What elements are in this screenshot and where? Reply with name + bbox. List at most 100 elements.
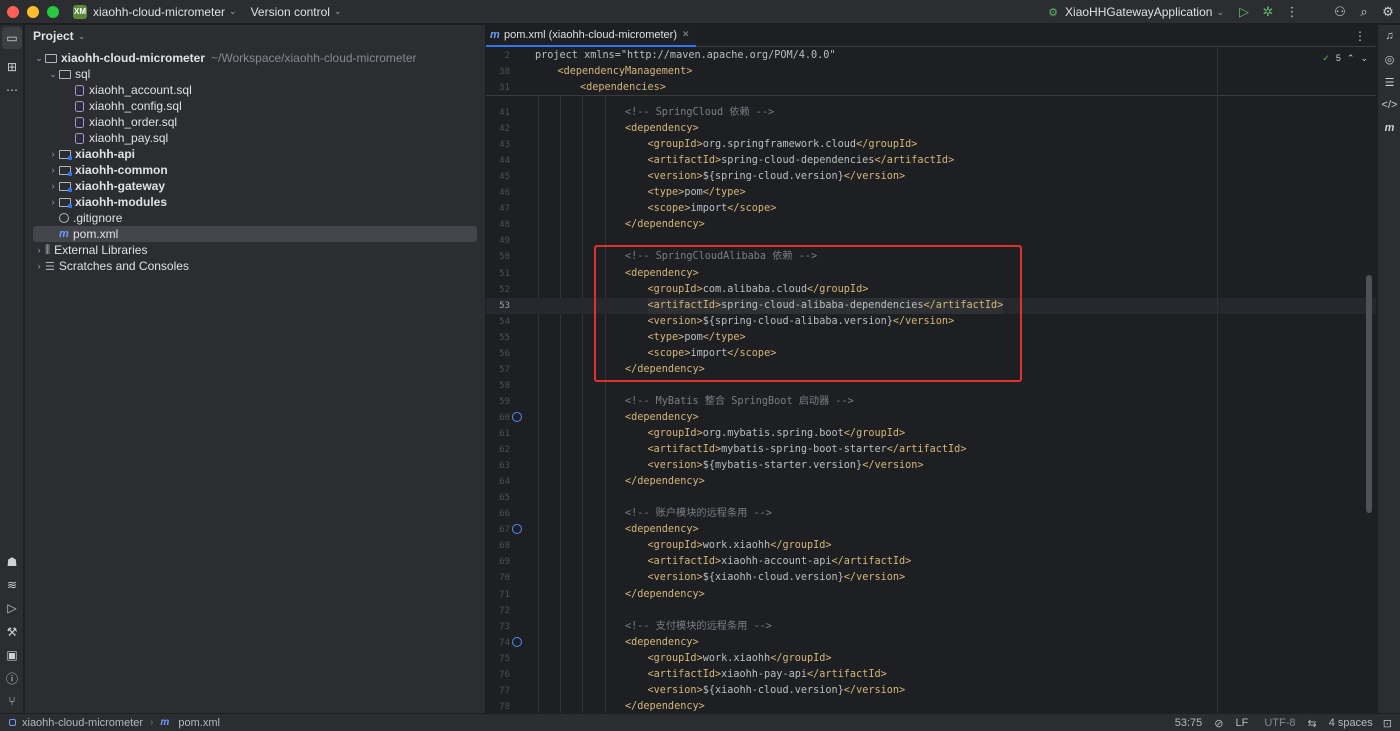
code-line[interactable]: 60 <dependency>	[486, 410, 1376, 426]
tree-item-sql-file[interactable]: xiaohh_config.sql	[33, 98, 477, 114]
tab-pom-xml[interactable]: m pom.xml (xiaohh-cloud-micrometer) ✕	[486, 25, 696, 47]
chevron-down-icon[interactable]: ⌄	[33, 53, 45, 64]
sticky-line[interactable]: 2 project xmlns="http://maven.apache.org/…	[486, 48, 1376, 64]
tree-item-root[interactable]: ⌄ xiaohh-cloud-micrometer ~/Workspace/xi…	[33, 50, 477, 66]
more-tools-icon[interactable]: ⋯	[0, 79, 24, 101]
vcs-menu[interactable]: Version control	[251, 5, 330, 19]
notifications-icon[interactable]: ♫	[1378, 25, 1400, 47]
code-line[interactable]: 62 <artifactId>mybatis-spring-boot-starte…	[486, 442, 1376, 458]
git-icon[interactable]: ⑂	[0, 690, 24, 712]
code-line[interactable]: 68 <groupId>work.xiaohh</groupId>	[486, 538, 1376, 554]
line-ending[interactable]: LF	[1236, 717, 1249, 729]
code-line[interactable]: 61 <groupId>org.mybatis.spring.boot</grou…	[486, 426, 1376, 442]
tree-item-sql-file[interactable]: xiaohh_order.sql	[33, 114, 477, 130]
project-switcher[interactable]: xiaohh-cloud-micrometer	[93, 5, 225, 19]
debug-icon[interactable]: ✲	[1256, 0, 1280, 24]
code-line[interactable]: 43 <groupId>org.springframework.cloud</gr…	[486, 137, 1376, 153]
code-line[interactable]: 70 <version>${xiaohh-cloud.version}</vers…	[486, 570, 1376, 586]
code-line[interactable]: 47 <scope>import</scope>	[486, 201, 1376, 217]
sticky-line[interactable]: 31 <dependencies>	[486, 80, 1376, 96]
run-tool-icon[interactable]: ▷	[0, 597, 24, 619]
breadcrumb-project[interactable]: xiaohh-cloud-micrometer	[22, 717, 143, 729]
tree-item-pom[interactable]: m pom.xml	[33, 226, 477, 242]
chevron-right-icon[interactable]: ›	[33, 245, 45, 255]
search-icon[interactable]: ⌕	[1352, 0, 1376, 24]
code-line[interactable]: 66 <!-- 账户模块的远程条用 -->	[486, 506, 1376, 522]
caret-position[interactable]: 53:75	[1175, 717, 1203, 729]
terminal-icon[interactable]: ▣	[0, 644, 24, 666]
user-icon[interactable]: ⚇	[1328, 0, 1352, 24]
close-icon[interactable]: ✕	[682, 29, 690, 40]
chevron-right-icon[interactable]: ›	[47, 197, 59, 207]
settings-gear-icon[interactable]: ⚙	[1376, 0, 1400, 24]
code-line[interactable]: 73 <!-- 支付模块的远程条用 -->	[486, 619, 1376, 635]
close-window-button[interactable]	[7, 5, 19, 18]
file-encoding[interactable]: UTF-8	[1264, 717, 1295, 729]
more-actions-icon[interactable]: ⋮	[1280, 0, 1304, 24]
code-line[interactable]: 64 </dependency>	[486, 474, 1376, 490]
inspection-widget[interactable]: ✓ 5 ⌃ ⌄	[1322, 53, 1368, 64]
ai-assistant-icon[interactable]: ◎	[1378, 48, 1400, 70]
code-line[interactable]: 45 <version>${spring-cloud.version}</vers…	[486, 169, 1376, 185]
code-line[interactable]: 59 <!-- MyBatis 整合 SpringBoot 启动器 -->	[486, 394, 1376, 410]
code-icon[interactable]: </>	[1378, 94, 1400, 116]
tree-item-module[interactable]: › xiaohh-common	[33, 162, 477, 178]
code-line[interactable]: 44 <artifactId>spring-cloud-dependencies<…	[486, 153, 1376, 169]
code-line[interactable]: 41 <!-- SpringCloud 依赖 -->	[486, 105, 1376, 121]
run-icon[interactable]: ▷	[1232, 0, 1256, 24]
zoom-window-button[interactable]	[47, 5, 59, 18]
code-line[interactable]: 69 <artifactId>xiaohh-account-api</artifa…	[486, 554, 1376, 570]
editor-scrollbar[interactable]	[1366, 275, 1372, 513]
code-line[interactable]: 46 <type>pom</type>	[486, 185, 1376, 201]
breadcrumb-file[interactable]: pom.xml	[178, 717, 220, 729]
chevron-down-icon[interactable]: ⌄	[1360, 53, 1368, 64]
navigate-to-module-icon[interactable]	[512, 636, 522, 647]
minimize-window-button[interactable]	[27, 5, 39, 18]
tree-item-sql-file[interactable]: xiaohh_pay.sql	[33, 130, 477, 146]
project-panel-header[interactable]: Project ⌄	[25, 25, 485, 47]
tree-item-external-libraries[interactable]: › ⫼ External Libraries	[33, 242, 477, 258]
tree-item-module[interactable]: › xiaohh-gateway	[33, 178, 477, 194]
lock-icon[interactable]: ⊡	[1383, 717, 1392, 730]
code-line[interactable]: 72	[486, 603, 1376, 619]
indent-setting[interactable]: 4 spaces	[1329, 717, 1373, 729]
code-line[interactable]: 75 <groupId>work.xiaohh</groupId>	[486, 651, 1376, 667]
tree-item-module[interactable]: › xiaohh-modules	[33, 194, 477, 210]
code-line[interactable]: 78 </dependency>	[486, 699, 1376, 713]
database-icon[interactable]: ☰	[1378, 71, 1400, 93]
tab-options-icon[interactable]: ⋮	[1354, 29, 1366, 43]
chevron-right-icon[interactable]: ›	[47, 149, 59, 159]
code-line[interactable]: 67 <dependency>	[486, 522, 1376, 538]
build-tool-icon[interactable]: ⚒	[0, 621, 24, 643]
tree-item-sql-file[interactable]: xiaohh_account.sql	[33, 82, 477, 98]
layers-icon[interactable]: ≋	[0, 574, 24, 596]
code-line[interactable]: 42 <dependency>	[486, 121, 1376, 137]
sticky-line[interactable]: 38 <dependencyManagement>	[486, 64, 1376, 80]
code-line[interactable]: 74 <dependency>	[486, 635, 1376, 651]
navigate-to-module-icon[interactable]	[512, 411, 522, 422]
code-style-icon[interactable]: ⇆	[1308, 717, 1317, 730]
code-line[interactable]: 48 </dependency>	[486, 217, 1376, 233]
chevron-right-icon[interactable]: ›	[33, 261, 45, 271]
project-tool-icon[interactable]: ▭	[2, 27, 22, 49]
maven-icon[interactable]: m	[1378, 117, 1400, 139]
tree-item-gitignore[interactable]: .gitignore	[33, 210, 477, 226]
problems-icon[interactable]: ⓘ	[0, 667, 24, 689]
code-line[interactable]: 76 <artifactId>xiaohh-pay-api</artifactId…	[486, 667, 1376, 683]
navigate-to-module-icon[interactable]	[512, 524, 522, 535]
tree-item-module[interactable]: › xiaohh-api	[33, 146, 477, 162]
tree-item-scratches[interactable]: › ☰ Scratches and Consoles	[33, 258, 477, 274]
chevron-right-icon[interactable]: ›	[47, 181, 59, 191]
chevron-down-icon[interactable]: ⌄	[47, 69, 59, 80]
readonly-toggle-icon[interactable]: ⊘	[1214, 717, 1223, 730]
tree-item-sql-folder[interactable]: ⌄ sql	[33, 66, 477, 82]
run-config-selector[interactable]: XiaoHHGatewayApplication	[1065, 5, 1212, 19]
chevron-right-icon[interactable]: ›	[47, 165, 59, 175]
code-line[interactable]: 65	[486, 490, 1376, 506]
chevron-up-icon[interactable]: ⌃	[1347, 53, 1355, 64]
plugin-icon[interactable]: ☗	[0, 551, 24, 573]
code-line[interactable]: 63 <version>${mybatis-starter.version}</v…	[486, 458, 1376, 474]
code-line[interactable]: 71 </dependency>	[486, 587, 1376, 603]
structure-tool-icon[interactable]: ⊞	[0, 56, 24, 78]
code-line[interactable]: 77 <version>${xiaohh-cloud.version}</vers…	[486, 683, 1376, 699]
